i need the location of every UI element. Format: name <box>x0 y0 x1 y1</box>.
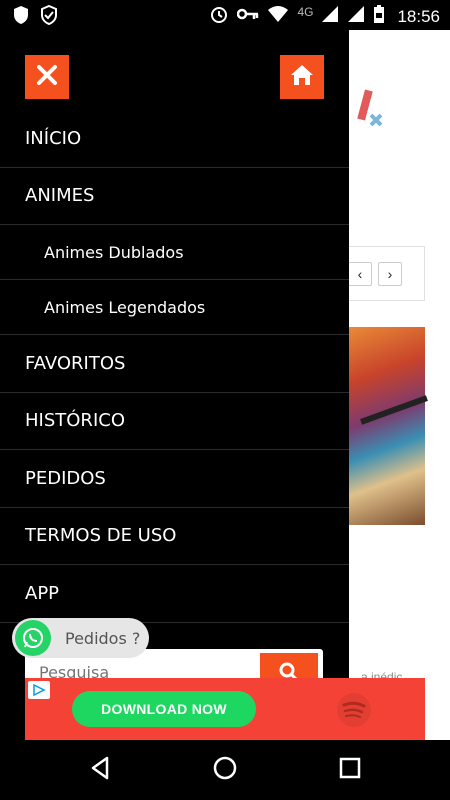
adchoices-icon[interactable] <box>28 681 50 699</box>
home-circle-icon <box>213 756 237 785</box>
whatsapp-icon <box>15 620 51 656</box>
home-icon <box>289 63 315 92</box>
signal-icon-2 <box>347 5 365 28</box>
pager-next-button[interactable]: › <box>378 262 402 286</box>
battery-icon <box>373 4 385 29</box>
clock: 18:56 <box>397 6 440 26</box>
menu-item-termos-de-uso[interactable]: TERMOS DE USO <box>0 508 349 565</box>
ad-download-button[interactable]: DOWNLOAD NOW <box>72 691 256 727</box>
close-icon <box>36 64 58 91</box>
back-icon <box>89 756 111 785</box>
system-navigation-bar <box>0 740 450 800</box>
signal-icon <box>321 5 339 28</box>
shield-icon <box>12 5 30 30</box>
recents-button[interactable] <box>337 757 363 783</box>
network-type: 4G <box>297 4 314 19</box>
menu-item-animes-dublados[interactable]: Animes Dublados <box>0 225 349 280</box>
pager-prev-button[interactable]: ‹ <box>349 262 372 286</box>
background-page: ‹ › a inédic <box>349 30 450 740</box>
site-logo-fragment <box>349 85 389 145</box>
drawer-menu: INÍCIO ANIMES Animes Dublados Animes Leg… <box>0 110 349 623</box>
whatsapp-label: Pedidos ? <box>65 628 141 648</box>
anime-cover-image[interactable] <box>349 327 428 525</box>
menu-item-favoritos[interactable]: FAVORITOS <box>0 335 349 393</box>
home-button[interactable] <box>280 55 324 99</box>
ad-banner[interactable]: DOWNLOAD NOW <box>25 678 425 740</box>
vpn-key-icon <box>237 7 259 26</box>
pager: ‹ › <box>349 246 425 301</box>
spotify-icon <box>336 692 372 733</box>
menu-item-pedidos[interactable]: PEDIDOS <box>0 450 349 508</box>
menu-item-animes-legendados[interactable]: Animes Legendados <box>0 280 349 335</box>
menu-item-historico[interactable]: HISTÓRICO <box>0 393 349 450</box>
status-bar: 4G 18:56 <box>0 0 450 30</box>
recents-icon <box>339 757 361 784</box>
whatsapp-pedidos-button[interactable]: Pedidos ? <box>12 618 149 658</box>
menu-item-app[interactable]: APP <box>0 565 349 623</box>
shield-check-icon <box>40 4 58 30</box>
home-nav-button[interactable] <box>212 756 238 785</box>
close-drawer-button[interactable] <box>25 55 69 99</box>
wifi-icon <box>267 5 289 28</box>
alarm-icon <box>209 4 229 29</box>
menu-item-inicio[interactable]: INÍCIO <box>0 110 349 168</box>
menu-item-animes[interactable]: ANIMES <box>0 168 349 225</box>
back-button[interactable] <box>87 756 113 785</box>
